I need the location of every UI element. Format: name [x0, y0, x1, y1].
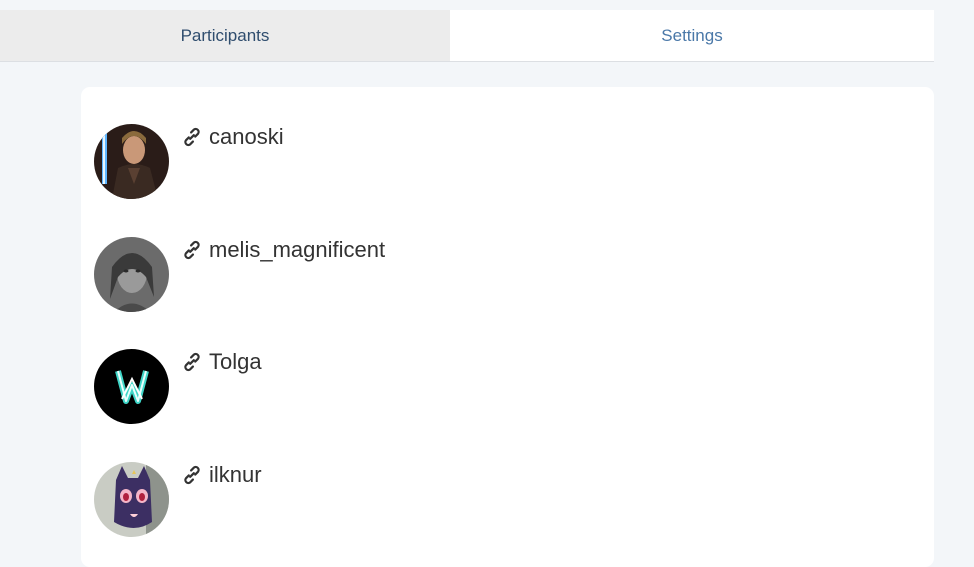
- participant-item: ilknur: [94, 462, 914, 538]
- participant-name-row: ilknur: [181, 462, 262, 488]
- avatar: [94, 349, 169, 424]
- avatar: [94, 237, 169, 312]
- participant-name: melis_magnificent: [209, 237, 386, 262]
- participant-name-row: melis_magnificent: [181, 237, 385, 263]
- participant-item: Tolga: [94, 349, 914, 425]
- participant-name: canoski: [209, 124, 284, 149]
- participants-panel: canoski melis_magnificent Tolga ilknur: [81, 87, 934, 567]
- avatar: [94, 462, 169, 537]
- participant-item: melis_magnificent: [94, 237, 914, 313]
- link-icon[interactable]: [181, 126, 203, 148]
- link-icon[interactable]: [181, 351, 203, 373]
- participant-name-row: Tolga: [181, 349, 262, 375]
- participant-name-row: canoski: [181, 124, 284, 150]
- participant-name: Tolga: [209, 349, 262, 374]
- tab-bar: Participants Settings: [0, 10, 934, 62]
- tab-settings[interactable]: Settings: [450, 10, 934, 61]
- link-icon[interactable]: [181, 239, 203, 261]
- tab-participants[interactable]: Participants: [0, 10, 450, 61]
- participant-item: canoski: [94, 124, 914, 200]
- link-icon[interactable]: [181, 464, 203, 486]
- participant-name: ilknur: [209, 462, 262, 487]
- avatar: [94, 124, 169, 199]
